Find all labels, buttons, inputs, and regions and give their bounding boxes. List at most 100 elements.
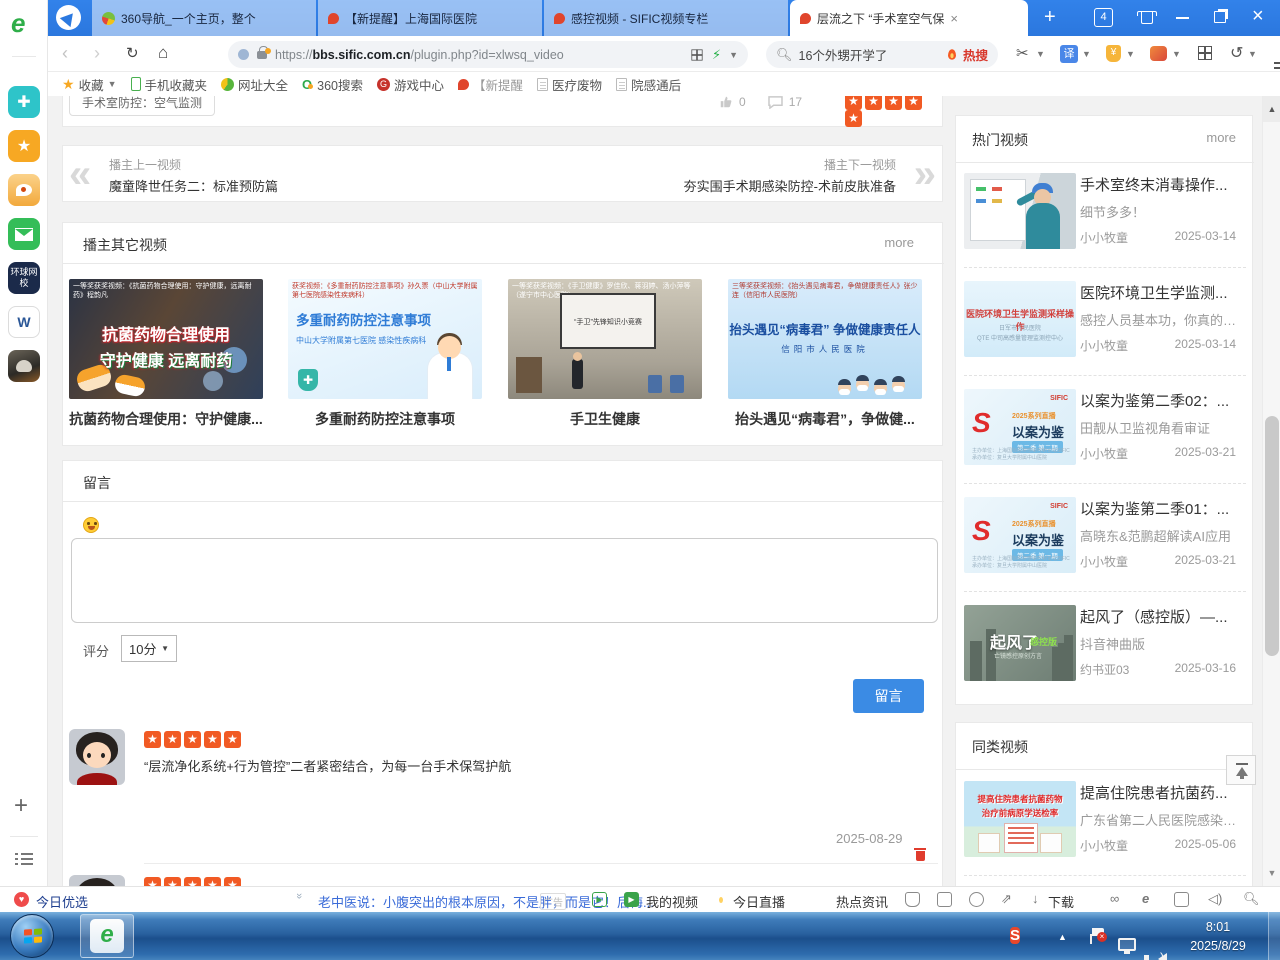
- game-app-icon[interactable]: [8, 350, 40, 382]
- bookmark-sites[interactable]: 网址大全: [221, 75, 288, 94]
- bookmark-infection-news[interactable]: 院感通后: [616, 75, 681, 94]
- rating-select[interactable]: 10分 ▼: [121, 635, 177, 662]
- apps-grid-icon[interactable]: [1198, 46, 1212, 60]
- volume-icon[interactable]: [1158, 953, 1167, 960]
- scroll-down-icon[interactable]: ▼: [1263, 860, 1280, 886]
- thumbs-up-icon[interactable]: [719, 96, 733, 109]
- live-link[interactable]: 今日直播: [733, 892, 785, 911]
- video-thumbnail[interactable]: S SIFIC 2025系列直播 以案为鉴 第二季 第二期 主办单位：上海国际医…: [964, 389, 1076, 465]
- play-ad-icon[interactable]: ▶: [592, 892, 607, 907]
- forward-icon[interactable]: ›: [94, 43, 100, 64]
- speaker-status-icon[interactable]: ◁): [1208, 891, 1222, 907]
- tab-active-laminar-flow[interactable]: 层流之下 “手术室空气保 ×: [790, 0, 1028, 36]
- submit-comment-button[interactable]: 留言: [853, 679, 924, 713]
- my-videos-link[interactable]: 我的视频: [646, 892, 698, 911]
- back-icon[interactable]: ‹: [62, 43, 68, 64]
- taskbar-360browser-button[interactable]: e: [80, 914, 134, 958]
- show-desktop-button[interactable]: [1268, 912, 1280, 960]
- video-thumbnail[interactable]: 一等奖获奖视频：《手卫健康》罗佳欣、蒋羽婷、汤小萍等（遂宁市中心医院） “手卫”…: [508, 279, 702, 399]
- video-thumbnail[interactable]: S SIFIC 2025系列直播 以案为鉴 第二季 第一期 主办单位：上海国际医…: [964, 497, 1076, 573]
- bookmark-reminder[interactable]: 【新提醒: [458, 75, 523, 94]
- favorites-app-icon[interactable]: ★: [8, 130, 40, 162]
- close-button[interactable]: ×: [1252, 5, 1264, 28]
- network-icon[interactable]: [1118, 938, 1136, 951]
- panel-list-icon[interactable]: [15, 852, 33, 866]
- mail-app-icon[interactable]: [8, 218, 40, 250]
- comment-textarea[interactable]: [71, 538, 938, 623]
- translate-icon[interactable]: 译: [1060, 45, 1078, 63]
- refresh-icon[interactable]: ↻: [126, 44, 139, 62]
- nav-plane-button[interactable]: [56, 5, 81, 30]
- sidebar-video-title[interactable]: 医院环境卫生学监测...: [1080, 282, 1242, 303]
- clock-status-icon[interactable]: [969, 892, 984, 907]
- weibo-app-icon[interactable]: [8, 174, 40, 206]
- window-layout-icon[interactable]: [1174, 892, 1189, 907]
- tray-expand-icon[interactable]: ▲: [1058, 932, 1067, 960]
- prev-video-link[interactable]: 魔童降世任务二：标准预防篇: [109, 176, 278, 195]
- sidebar-video-title[interactable]: 以案为鉴第二季02：...: [1080, 390, 1242, 411]
- edu-app-icon[interactable]: 环球网校: [8, 262, 40, 294]
- rocket-status-icon[interactable]: ⇗: [1001, 891, 1012, 907]
- game-center-icon[interactable]: [1150, 46, 1167, 61]
- url-text[interactable]: https://bbs.sific.com.cn/plugin.php?id=x…: [275, 48, 564, 62]
- search-status-icon[interactable]: 🔍︎: [1243, 891, 1260, 907]
- shield-caret-icon[interactable]: ▼: [1126, 49, 1135, 59]
- search-box[interactable]: 🔍︎ 16个外甥开学了 热搜: [766, 41, 998, 68]
- download-link[interactable]: 下载: [1048, 892, 1074, 911]
- sidebar-video-title[interactable]: 以案为鉴第二季01：...: [1080, 498, 1242, 519]
- tray-sogou-icon[interactable]: S: [1010, 926, 1020, 960]
- scroll-up-icon[interactable]: ▲: [1263, 96, 1280, 122]
- video-thumbnail[interactable]: 医院环境卫生学监测采样操作 日军市人民医院 QTE 中司高感量管理监测控中心: [964, 281, 1076, 357]
- health-app-icon[interactable]: ✚: [8, 86, 40, 118]
- video-rating-stars[interactable]: ★★★★★: [845, 96, 942, 127]
- scrollbar[interactable]: ▲ ▼: [1262, 96, 1280, 886]
- video-thumbnail[interactable]: 起风了 感控版 亡镜感控原创方言: [964, 605, 1076, 681]
- minimize-button[interactable]: [1176, 17, 1189, 19]
- back-to-top-button[interactable]: [1226, 755, 1256, 785]
- sidebar-video-title[interactable]: 手术室终末消毒操作...: [1080, 174, 1242, 195]
- sidebar-video-title[interactable]: 提高住院患者抗菌药...: [1080, 782, 1242, 803]
- undo-icon[interactable]: ↺: [1230, 43, 1243, 63]
- speed-lightning-icon[interactable]: ⚡: [712, 47, 721, 63]
- video-thumbnail[interactable]: 一等奖获奖视频：《抗菌药物合理使用：守护健康，远离耐药》程韵凡 抗菌药物合理使用…: [69, 279, 263, 399]
- next-video-link[interactable]: 夯实围手术期感染防控-术前皮肤准备: [684, 176, 896, 195]
- tab-reminder[interactable]: 【新提醒】上海国际医院: [318, 0, 542, 36]
- browser-e-status-icon[interactable]: e: [1142, 891, 1149, 906]
- start-button[interactable]: [10, 914, 54, 958]
- taskbar-clock[interactable]: 8:01 2025/8/29: [1178, 918, 1258, 960]
- hot-news-link[interactable]: 热点资讯: [836, 892, 888, 911]
- video-thumbnail[interactable]: 三等奖获奖视频：《抬头遇见病毒君，争做健康责任人》张少连（信阳市人民医院） 抬头…: [728, 279, 922, 399]
- bookmark-search[interactable]: O360搜索: [302, 75, 363, 94]
- site-info-icon[interactable]: [238, 49, 249, 60]
- shield-status-icon[interactable]: [905, 892, 920, 907]
- address-dropdown-caret-icon[interactable]: ▼: [729, 50, 738, 60]
- restore-button[interactable]: [1214, 11, 1226, 23]
- new-tab-button[interactable]: +: [1044, 6, 1056, 29]
- other-videos-more-link[interactable]: more: [884, 235, 914, 250]
- video-thumbnail[interactable]: 获奖视频：《多重耐药防控注意事项》孙久票（中山大学附属第七医院感染性疾病科） ✚…: [288, 279, 482, 399]
- translate-caret-icon[interactable]: ▼: [1082, 49, 1091, 59]
- mini-app-grid-icon[interactable]: [691, 49, 702, 60]
- video-title-link[interactable]: 抬头遇见“病毒君”，争做健...: [728, 409, 922, 429]
- video-thumbnail[interactable]: 提高住院患者抗菌药物 治疗前病原学送检率: [964, 781, 1076, 857]
- tab-video-column[interactable]: 感控视频 - SIFIC视频专栏: [544, 0, 788, 36]
- search-query[interactable]: 16个外甥开学了: [799, 45, 888, 64]
- video-tag-button[interactable]: 手术室防控：空气监测: [69, 96, 215, 116]
- game-caret-icon[interactable]: ▼: [1172, 49, 1181, 59]
- my-videos-icon[interactable]: ▶: [624, 892, 639, 907]
- prev-arrows-icon[interactable]: «: [69, 154, 91, 194]
- sidebar-video-title[interactable]: 起风了（感控版）—...: [1080, 606, 1242, 627]
- address-bar[interactable]: https://bbs.sific.com.cn/plugin.php?id=x…: [228, 41, 748, 68]
- emoji-picker-icon[interactable]: [83, 517, 99, 533]
- add-panel-icon[interactable]: +: [14, 792, 28, 820]
- word-doc-icon[interactable]: W: [8, 306, 40, 338]
- bookmark-mobile[interactable]: 手机收藏夹: [131, 75, 208, 94]
- scissors-icon[interactable]: ✂: [1016, 44, 1029, 62]
- tab-360nav[interactable]: 360导航_一个主页，整个: [92, 0, 316, 36]
- video-title-link[interactable]: 手卫生健康: [508, 409, 702, 429]
- delete-comment-icon[interactable]: [914, 847, 926, 861]
- video-title-link[interactable]: 多重耐药防控注意事项: [288, 409, 482, 429]
- hot-videos-more-link[interactable]: more: [1206, 130, 1236, 145]
- bookmark-favorites[interactable]: ★收藏▼: [62, 75, 117, 94]
- action-center-flag-icon[interactable]: [1090, 934, 1104, 944]
